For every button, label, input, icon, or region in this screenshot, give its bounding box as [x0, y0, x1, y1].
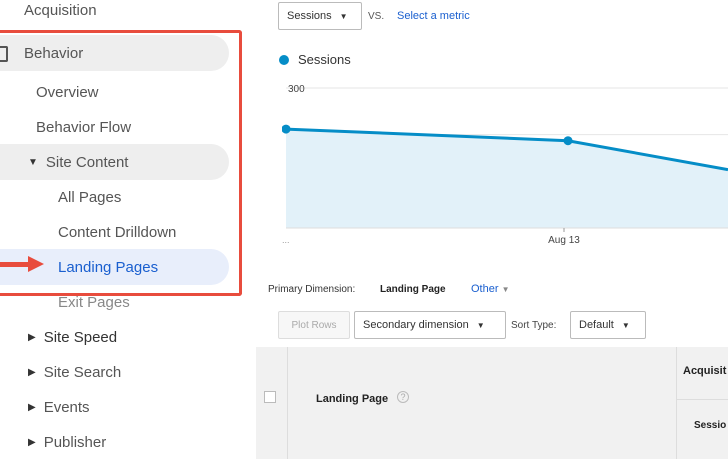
select-metric-link[interactable]: Select a metric [397, 10, 470, 22]
sidebar-nav: Acquisition Behavior Overview Behavior F… [0, 0, 256, 469]
caret-down-icon: ▼ [621, 320, 630, 330]
metric-select[interactable]: Sessions ▼ [278, 2, 362, 30]
secondary-dimension-select[interactable]: Secondary dimension ▼ [354, 311, 506, 339]
sidebar-item-events[interactable]: ▶ Events [28, 389, 90, 425]
legend-sessions: Sessions [298, 52, 351, 67]
column-divider [676, 347, 677, 459]
sidebar-item-site-speed[interactable]: ▶ Site Speed [28, 319, 117, 355]
sidebar-item-publisher[interactable]: ▶ Publisher [28, 424, 106, 460]
header-divider [676, 399, 728, 400]
plot-rows-button[interactable]: Plot Rows [278, 311, 350, 339]
data-table: Landing Page ? Acquisit Sessio [256, 347, 728, 469]
primary-dimension-other[interactable]: Other ▼ [471, 283, 510, 295]
landing-page-column-header[interactable]: Landing Page [316, 393, 388, 405]
primary-dimension-label: Primary Dimension: [268, 284, 356, 295]
sessions-line-chart: 300200100 Aug 13 ... [282, 84, 728, 246]
help-icon[interactable]: ? [397, 391, 409, 403]
overflow-ellipsis: ... [282, 235, 290, 245]
column-divider [287, 347, 288, 459]
acquisition-column-header: Acquisit [683, 365, 727, 377]
x-tick-label: Aug 13 [548, 235, 580, 246]
select-all-checkbox[interactable] [264, 391, 276, 403]
table-toolbar: Plot Rows Secondary dimension ▼ Sort Typ… [278, 309, 728, 345]
sidebar-item-site-search[interactable]: ▶ Site Search [28, 354, 121, 390]
caret-right-icon: ▶ [28, 331, 36, 343]
sort-type-select[interactable]: Default ▼ [570, 311, 646, 339]
caret-right-icon: ▶ [28, 436, 36, 448]
sort-type-label: Sort Type: [511, 320, 557, 331]
primary-dimension-value[interactable]: Landing Page [380, 284, 446, 295]
caret-down-icon: ▼ [501, 285, 510, 294]
vs-label: VS. [368, 11, 385, 22]
caret-right-icon: ▶ [28, 366, 36, 378]
report-main: Sessions ▼ VS. Select a metric Sessions … [256, 0, 728, 469]
sessions-column-header[interactable]: Sessio [694, 420, 726, 431]
sidebar-item-acquisition[interactable]: Acquisition [24, 0, 97, 28]
caret-down-icon: ▼ [339, 11, 348, 21]
caret-right-icon: ▶ [28, 401, 36, 413]
data-point[interactable] [563, 136, 573, 146]
callout-arrow-head-icon [28, 256, 44, 272]
legend-dot-icon [279, 55, 289, 65]
y-tick-label: 300 [288, 84, 305, 95]
caret-down-icon: ▼ [476, 320, 485, 330]
chart-area [286, 129, 728, 228]
